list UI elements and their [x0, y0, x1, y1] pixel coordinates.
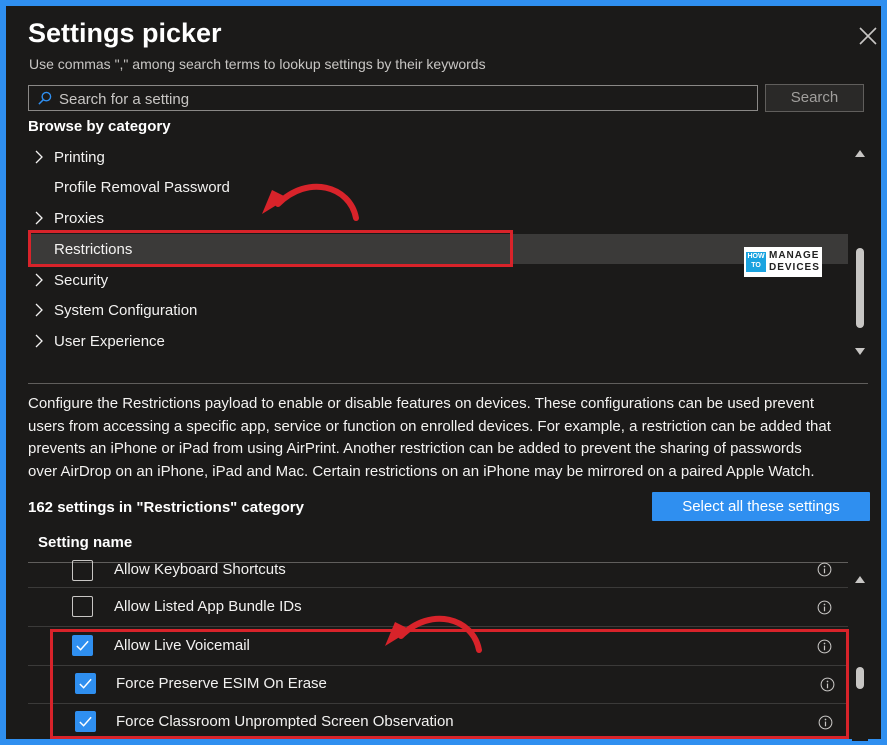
category-label: Profile Removal Password: [54, 179, 230, 196]
setting-name: Allow Keyboard Shortcuts: [114, 561, 286, 578]
category-item-user-experience[interactable]: User Experience: [28, 326, 848, 356]
search-button[interactable]: Search: [765, 84, 864, 112]
setting-checkbox[interactable]: [72, 596, 93, 617]
settings-scrollbar[interactable]: [852, 566, 868, 741]
category-label: User Experience: [54, 333, 165, 350]
logo-badge: HOW TO: [746, 252, 766, 272]
description-line: users from accessing a specific app, ser…: [28, 417, 831, 435]
category-label: System Configuration: [54, 302, 198, 319]
chevron-right-icon: [35, 303, 43, 317]
scroll-up-icon[interactable]: [854, 148, 866, 158]
description-line: prevents an iPhone or iPad from using Ai…: [28, 440, 802, 458]
category-scrollbar[interactable]: [852, 142, 868, 364]
annotation-arrow-icon: [262, 183, 359, 221]
settings-count: 162 settings in "Restrictions" category: [28, 499, 304, 516]
howto-manage-devices-logo: HOW TO MANAGE DEVICES: [744, 247, 822, 277]
table-row[interactable]: Allow Keyboard Shortcuts: [28, 550, 848, 588]
column-header-setting-name[interactable]: Setting name: [38, 534, 132, 551]
chevron-right-icon: [35, 334, 43, 348]
search-input[interactable]: [57, 88, 751, 110]
restrictions-highlight-box: [28, 230, 513, 267]
select-all-settings-button[interactable]: Select all these settings: [652, 492, 870, 521]
setting-name: Allow Listed App Bundle IDs: [114, 598, 302, 615]
logo-text: MANAGE DEVICES: [769, 250, 820, 274]
info-icon[interactable]: [817, 600, 832, 615]
browse-by-category-heading: Browse by category: [28, 118, 171, 135]
description-line: over AirDrop on an iPhone, iPad and Mac.…: [28, 462, 815, 480]
chevron-right-icon: [35, 211, 43, 225]
category-item-system-configuration[interactable]: System Configuration: [28, 295, 848, 325]
setting-checkbox[interactable]: [72, 560, 93, 581]
category-label: Proxies: [54, 210, 105, 227]
category-item-proxies[interactable]: Proxies: [28, 203, 848, 233]
close-icon[interactable]: [856, 24, 880, 48]
category-label: Security: [54, 272, 109, 289]
scroll-down-icon[interactable]: [854, 347, 866, 357]
annotation-arrow-icon: [385, 615, 482, 653]
category-label: Printing: [54, 149, 105, 166]
section-divider: [28, 383, 868, 384]
chevron-right-icon: [35, 273, 43, 287]
search-field[interactable]: [28, 85, 758, 111]
category-item-profile-removal-password[interactable]: Profile Removal Password: [28, 172, 848, 202]
scrollbar-thumb[interactable]: [856, 667, 864, 689]
logo-line-1: MANAGE: [769, 250, 820, 261]
info-icon[interactable]: [817, 562, 832, 577]
search-icon: [38, 91, 52, 105]
description-line: Configure the Restrictions payload to en…: [28, 395, 815, 412]
category-item-security[interactable]: Security: [28, 265, 848, 295]
panel-subtitle: Use commas "," among search terms to loo…: [29, 56, 486, 72]
settings-picker-panel: Settings picker Use commas "," among sea…: [0, 0, 887, 745]
scroll-up-icon[interactable]: [854, 574, 866, 584]
chevron-right-icon: [35, 150, 43, 164]
logo-line-2: DEVICES: [769, 262, 820, 273]
panel-title: Settings picker: [28, 18, 222, 48]
scrollbar-thumb[interactable]: [856, 248, 864, 328]
category-item-printing[interactable]: Printing: [28, 142, 848, 172]
category-description: Configure the Restrictions payload to en…: [28, 393, 873, 483]
